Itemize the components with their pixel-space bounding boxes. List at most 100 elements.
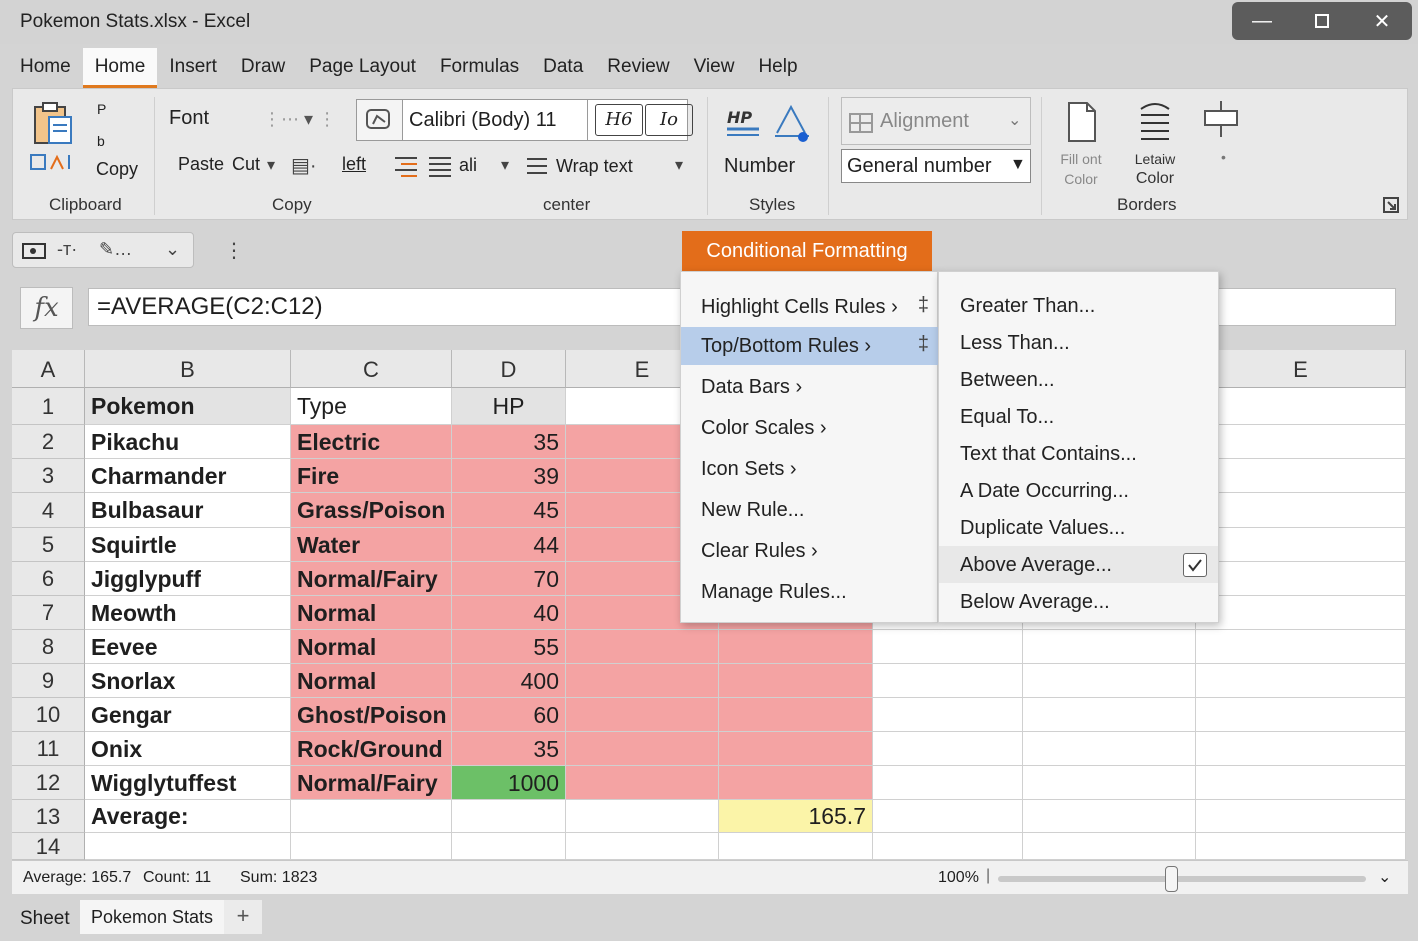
submenu-item-above-average[interactable]: Above Average...	[939, 546, 1218, 583]
menu-item-new-rule[interactable]: New Rule...	[681, 491, 939, 529]
number-format-button[interactable]: Number	[724, 155, 795, 178]
name-cell[interactable]	[85, 833, 291, 860]
hp-cell[interactable]: 40	[452, 596, 566, 630]
empty-cell[interactable]	[566, 833, 719, 860]
type-cell[interactable]: Water	[291, 528, 452, 562]
menu-item-manage-rules[interactable]: Manage Rules...	[681, 573, 939, 611]
letter-color-label[interactable]: Letaiw Color	[1123, 149, 1187, 189]
empty-cell[interactable]	[1196, 664, 1406, 698]
column-header-c[interactable]: C	[291, 350, 452, 388]
zoom-slider[interactable]	[998, 876, 1366, 882]
empty-cell[interactable]	[566, 664, 719, 698]
zoom-slider-thumb[interactable]	[1164, 866, 1178, 892]
hp-cell[interactable]: 39	[452, 459, 566, 493]
empty-cell[interactable]	[566, 766, 719, 800]
row-header[interactable]: 6	[12, 562, 85, 596]
sheet-tab-pokemon-stats[interactable]: Pokemon Stats	[80, 900, 224, 934]
submenu-item-less-than[interactable]: Less Than...	[939, 324, 1218, 361]
hp-cell[interactable]	[452, 800, 566, 833]
empty-cell[interactable]	[1023, 664, 1196, 698]
format-painter-icon[interactable]	[29, 151, 77, 175]
tab-home-1[interactable]: Home	[8, 48, 83, 88]
tab-data[interactable]: Data	[531, 48, 595, 88]
dialog-launcher-icon[interactable]	[1383, 197, 1399, 213]
letter-color-icon[interactable]	[1135, 99, 1175, 143]
chevron-down-icon[interactable]: ⌄	[1378, 867, 1391, 887]
column-header-e2[interactable]: E	[1196, 350, 1406, 388]
type-cell[interactable]: Fire	[291, 459, 452, 493]
row-header[interactable]: 4	[12, 493, 85, 528]
heading-style-button[interactable]: H6	[595, 104, 643, 136]
row-header[interactable]: 5	[12, 528, 85, 562]
submenu-item-between[interactable]: Between...	[939, 361, 1218, 398]
empty-cell[interactable]	[1023, 732, 1196, 766]
average-value-cell[interactable]: 165.7	[719, 800, 873, 833]
menu-item-icon-sets[interactable]: Icon Sets ›	[681, 450, 939, 488]
type-cell[interactable]: Normal	[291, 664, 452, 698]
align-left-button[interactable]: left	[342, 154, 366, 175]
empty-cell[interactable]	[873, 664, 1023, 698]
tab-review[interactable]: Review	[595, 48, 681, 88]
empty-cell[interactable]	[1196, 528, 1406, 562]
ali-dropdown-icon[interactable]: ▾	[501, 155, 509, 175]
submenu-item-equal-to[interactable]: Equal To...	[939, 398, 1218, 435]
paste-button[interactable]: Paste	[178, 154, 224, 175]
fill-color-label[interactable]: Fill ont Color	[1051, 149, 1111, 189]
align-lines-icon[interactable]	[427, 153, 453, 179]
name-cell[interactable]: Jigglypuff	[85, 562, 291, 596]
tab-home[interactable]: Home	[82, 48, 158, 88]
empty-cell[interactable]	[566, 630, 719, 664]
hp-cell[interactable]: 70	[452, 562, 566, 596]
empty-cell[interactable]	[1023, 800, 1196, 833]
row-header[interactable]: 14	[12, 833, 85, 860]
empty-cell[interactable]	[873, 698, 1023, 732]
font-style-icon[interactable]: ⋮⋯ ▾ ⋮	[263, 109, 343, 133]
row-header[interactable]: 12	[12, 766, 85, 800]
type-cell[interactable]	[291, 800, 452, 833]
empty-cell[interactable]	[1023, 833, 1196, 860]
empty-cell[interactable]	[1196, 493, 1406, 528]
menu-item-data-bars[interactable]: Data Bars ›	[681, 368, 939, 406]
hp-cell[interactable]: 55	[452, 630, 566, 664]
paste-icon[interactable]	[29, 101, 75, 147]
hp-cell[interactable]: 44	[452, 528, 566, 562]
column-header-d[interactable]: D	[452, 350, 566, 388]
empty-cell[interactable]	[1196, 766, 1406, 800]
empty-cell[interactable]	[1023, 630, 1196, 664]
hp-style-icon[interactable]: HP	[725, 103, 761, 139]
empty-cell[interactable]	[719, 732, 873, 766]
row-header[interactable]: 8	[12, 630, 85, 664]
hp-cell[interactable]	[452, 833, 566, 860]
wrap-dropdown-icon[interactable]: ▾	[675, 155, 683, 175]
empty-cell[interactable]	[873, 732, 1023, 766]
empty-cell[interactable]	[1196, 562, 1406, 596]
row-header[interactable]: 9	[12, 664, 85, 698]
row-header[interactable]: 13	[12, 800, 85, 833]
font-name-box[interactable]: Calibri (Body) 11 H6 Io	[356, 99, 693, 141]
format-icon[interactable]: ▤·	[291, 153, 317, 178]
menu-item-clear-rules[interactable]: Clear Rules ›	[681, 532, 939, 570]
name-cell[interactable]: Snorlax	[85, 664, 291, 698]
name-cell[interactable]: Charmander	[85, 459, 291, 493]
menu-item-highlight-cells-rules[interactable]: Highlight Cells Rules › ‡	[681, 288, 939, 326]
empty-cell[interactable]	[1196, 833, 1406, 860]
menu-item-color-scales[interactable]: Color Scales ›	[681, 409, 939, 447]
menu-item-top-bottom-rules[interactable]: Top/Bottom Rules › ‡	[681, 327, 939, 365]
empty-cell[interactable]	[1196, 800, 1406, 833]
row-header[interactable]: 3	[12, 459, 85, 493]
name-cell[interactable]: Pikachu	[85, 425, 291, 459]
type-cell[interactable]: Normal	[291, 630, 452, 664]
hp-cell[interactable]: 1000	[452, 766, 566, 800]
type-cell[interactable]: Normal/Fairy	[291, 766, 452, 800]
name-cell[interactable]: Average:	[85, 800, 291, 833]
empty-cell[interactable]	[1196, 630, 1406, 664]
type-cell[interactable]: Normal	[291, 596, 452, 630]
submenu-item-text-that-contains[interactable]: Text that Contains...	[939, 435, 1218, 472]
row-header[interactable]: 10	[12, 698, 85, 732]
pen-icon[interactable]: ✎…	[99, 239, 132, 260]
insert-function-button[interactable]: fx	[20, 287, 73, 329]
empty-cell[interactable]	[1196, 732, 1406, 766]
empty-cell[interactable]	[566, 800, 719, 833]
empty-cell[interactable]	[1196, 388, 1406, 425]
cut-button[interactable]: Cut	[232, 154, 260, 175]
